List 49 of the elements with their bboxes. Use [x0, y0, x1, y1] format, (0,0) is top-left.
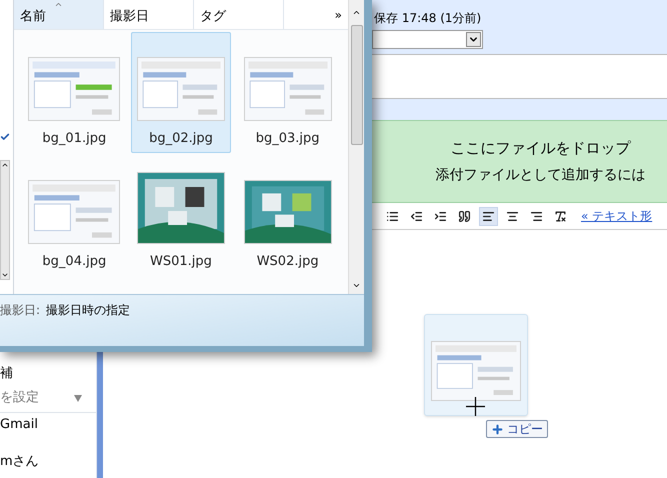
indent-less-icon [410, 210, 423, 222]
details-label: 撮影日: [0, 302, 40, 319]
file-name: WS01.jpg [150, 252, 212, 270]
file-item[interactable]: bg_01.jpg [24, 32, 125, 153]
copy-label: コピー [507, 421, 543, 438]
scrollbar[interactable] [348, 0, 364, 294]
file-name: bg_04.jpg [42, 252, 106, 270]
file-item[interactable]: bg_02.jpg [130, 32, 232, 153]
sidebar-label[interactable]: 補 [0, 364, 13, 384]
scroll-down-icon[interactable] [1, 271, 9, 279]
check-icon [0, 132, 10, 142]
file-item[interactable]: WS01.jpg [130, 155, 232, 276]
column-header[interactable]: 名前 [14, 0, 104, 29]
align-left-icon [482, 210, 495, 222]
align-left-button[interactable] [479, 206, 498, 226]
file-item[interactable]: WS02.jpg [237, 155, 338, 276]
quote-icon [458, 210, 471, 222]
scroll-up-icon[interactable] [1, 161, 9, 169]
file-item[interactable]: bg_03.jpg [237, 32, 338, 153]
from-select[interactable] [372, 30, 483, 49]
scrollbar[interactable] [0, 160, 10, 280]
sidebar-label[interactable]: Gmail [0, 414, 38, 434]
scroll-thumb[interactable] [350, 25, 362, 145]
align-center-icon [506, 210, 519, 222]
crosshair-cursor-icon [466, 397, 485, 416]
plain-text-link[interactable]: « テキスト形 [581, 207, 652, 225]
remove-formatting-icon [554, 210, 567, 222]
file-item[interactable]: bg_04.jpg [24, 155, 125, 276]
sidebar-label[interactable]: を設定 [0, 388, 39, 408]
details-value[interactable]: 撮影日時の指定 [46, 301, 130, 319]
more-columns-button[interactable]: » [334, 6, 342, 24]
drop-zone-title: ここにファイルをドロップ [450, 138, 630, 159]
indent-more-icon [434, 210, 447, 222]
subject-field[interactable] [372, 54, 667, 99]
scroll-up-icon[interactable] [352, 8, 361, 17]
bulleted-list-icon [386, 210, 399, 222]
sidebar-label[interactable]: mさん [0, 452, 39, 472]
file-name: bg_03.jpg [256, 130, 320, 148]
plus-icon [491, 422, 504, 436]
file-name: WS02.jpg [256, 252, 319, 270]
drop-zone-subtitle: 添付ファイルとして追加するには [436, 166, 646, 186]
file-name: bg_02.jpg [149, 130, 213, 148]
column-header[interactable]: 撮影日 [104, 0, 194, 29]
drop-zone[interactable]: ここにファイルをドロップ 添付ファイルとして追加するには [372, 120, 667, 203]
draft-saved-status: 保存 17:48 (1分前) [374, 11, 482, 25]
align-right-icon [530, 210, 543, 222]
column-header[interactable]: タグ [194, 0, 284, 29]
file-name: bg_01.jpg [42, 130, 106, 148]
scroll-down-icon[interactable] [352, 281, 361, 290]
